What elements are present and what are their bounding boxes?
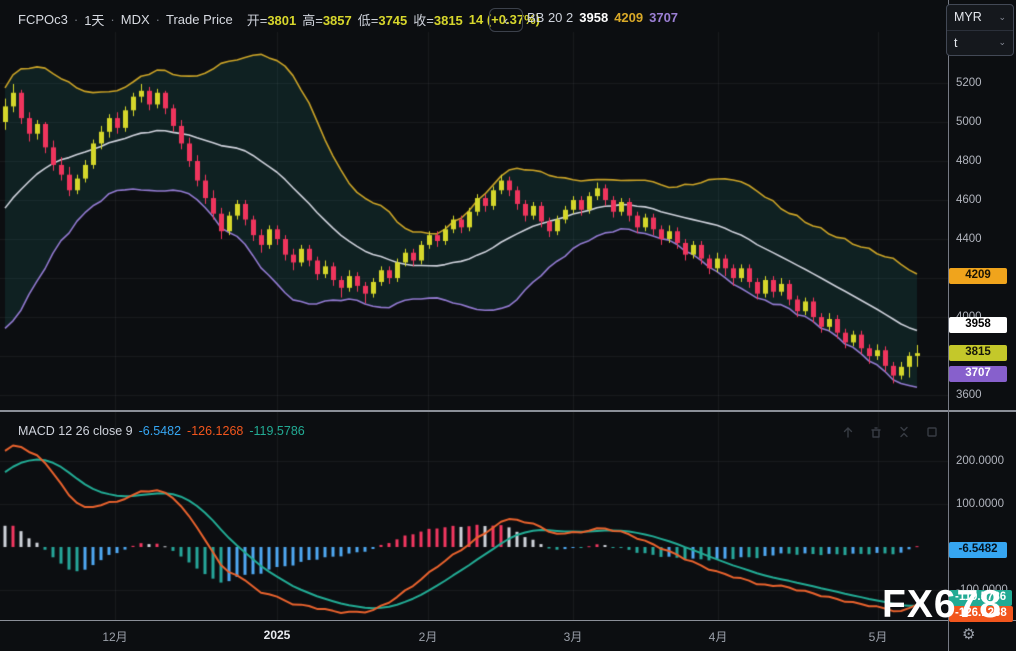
ohlc-close: 收=3815 [413,10,463,29]
separator-dot: · [156,12,160,27]
series-label: Trade Price [166,12,233,27]
price-axis-tick: 4600 [956,193,982,207]
interval-label: 1天 [84,10,104,29]
pane-divider[interactable] [0,410,1016,412]
time-axis-label: 3月 [564,628,583,645]
macd-line-value: -126.1268 [187,424,243,438]
time-axis-label: 5月 [869,628,888,645]
exchange-label: MDX [121,12,150,27]
time-axis-label: 12月 [102,628,127,645]
price-axis-tick: 4400 [956,232,982,246]
fx678-watermark: FX678 [882,583,1002,627]
macd-legend-label: MACD 12 26 close 9 [18,424,133,438]
ohlc-low: 低=3745 [358,10,408,29]
macd-axis-tick: 200.0000 [956,454,1004,468]
unit-value: t [954,36,957,50]
macd-label-chip: -6.5482 [949,542,1007,558]
arrow-up-icon [841,425,855,439]
macd-signal-value: -119.5786 [249,424,304,438]
symbol-name: FCPOc3 [18,12,68,27]
macd-axis-tick: 100.0000 [956,497,1004,511]
price-axis-tick: 4800 [956,154,982,168]
currency-value: MYR [954,10,982,24]
collapse-icon [897,425,911,439]
price-label-chip: 3958 [949,317,1007,333]
price-scale-settings-widget: MYR ⌄ t ⌄ [946,4,1014,56]
trash-icon [869,425,883,439]
price-axis-tick: 3600 [956,388,982,402]
chevron-down-icon: ⌄ [998,12,1006,23]
symbol-legend[interactable]: FCPOc3 · 1天 · MDX · Trade Price 开=3801 高… [18,10,540,29]
price-label-chip: 3815 [949,345,1007,361]
currency-dropdown[interactable]: MYR ⌄ [947,5,1013,30]
separator-dot: · [110,12,114,27]
time-axis-label: 2月 [419,628,438,645]
maximize-icon [925,425,939,439]
ohlc-high: 高=3857 [302,10,352,29]
pane-move-up-button[interactable] [836,421,860,443]
ohlc-open: 开=3801 [247,10,297,29]
price-axis[interactable]: 5200500048004600440040003600200.0000100.… [948,0,1016,620]
time-axis-label: 2025 [264,628,291,642]
price-label-chip: 3707 [949,366,1007,382]
chart-window: FCPOc3 · 1天 · MDX · Trade Price 开=3801 高… [0,0,1016,651]
macd-histogram-value: -6.5482 [139,424,181,438]
chevron-left-icon: ‹ [504,13,508,28]
collapse-legend-button[interactable]: ‹ [489,8,523,32]
bb-lower-value: 3707 [649,10,678,25]
bb-legend-label: BB 20 2 [527,10,573,25]
pane-delete-button[interactable] [864,421,888,443]
time-axis-settings-gear-icon[interactable]: ⚙ [962,625,975,643]
macd-legend[interactable]: MACD 12 26 close 9 -6.5482 -126.1268 -11… [18,424,305,438]
pane-collapse-button[interactable] [892,421,916,443]
time-axis[interactable]: ⚙ 12月 2025 2月 3月 4月 5月 [0,620,1016,651]
bb-basis-value: 3958 [579,10,608,25]
chart-plot-area[interactable] [0,0,948,620]
price-axis-tick: 5200 [956,76,982,90]
unit-dropdown[interactable]: t ⌄ [947,30,1013,56]
bb-legend[interactable]: BB 20 2 3958 4209 3707 [527,10,678,25]
bb-upper-value: 4209 [614,10,643,25]
pane-control-buttons [836,421,944,443]
pane-maximize-button[interactable] [920,421,944,443]
price-axis-tick: 5000 [956,115,982,129]
price-label-chip: 4209 [949,268,1007,284]
separator-dot: · [74,12,78,27]
time-axis-label: 4月 [709,628,728,645]
chevron-down-icon: ⌄ [998,37,1006,48]
